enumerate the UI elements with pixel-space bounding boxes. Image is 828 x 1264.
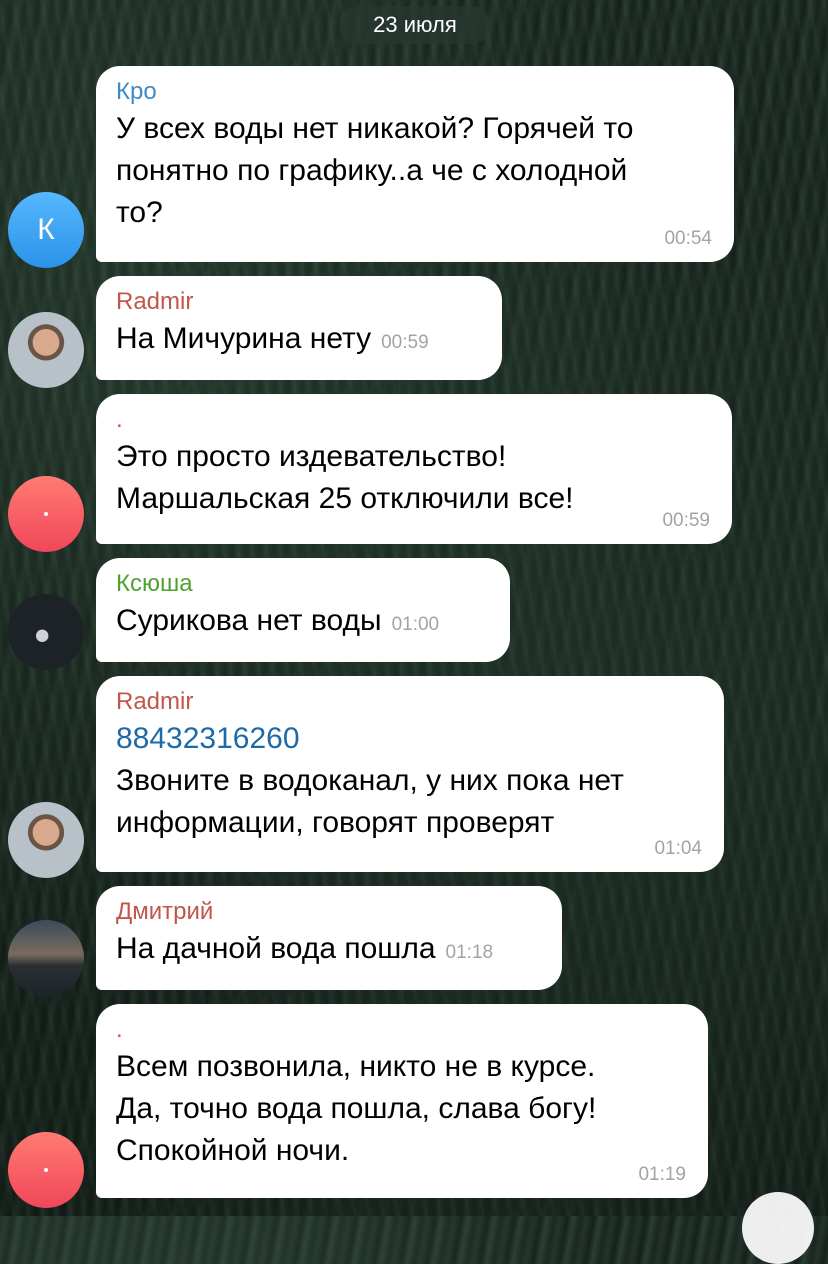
message-time: 01:04 [654, 838, 702, 859]
sender-name[interactable]: Кро [116, 76, 710, 108]
avatar-dot-mark [44, 512, 48, 516]
message-text: Звоните в водоканал, у них пока нет инфо… [116, 764, 624, 839]
sender-name[interactable]: Radmir [116, 686, 700, 718]
avatar-ksyusha[interactable] [8, 594, 84, 670]
message-time: 01:00 [391, 614, 440, 635]
message-time: 01:18 [445, 942, 494, 963]
message-bubble[interactable]: Radmir 88432316260 Звоните в водоканал, … [96, 676, 724, 872]
avatar-radmir[interactable] [8, 802, 84, 878]
sender-name[interactable]: Radmir [116, 286, 478, 318]
sender-name[interactable]: Дмитрий [116, 896, 538, 928]
message-line: На Мичурина нету 00:59 [116, 318, 478, 364]
message-bubble[interactable]: . Это просто издевательство! Маршальская… [96, 394, 732, 544]
avatar-radmir[interactable] [8, 312, 84, 388]
sender-name[interactable]: Ксюша [116, 568, 486, 600]
message-text: Сурикова нет воды [116, 604, 382, 637]
message-time: 00:59 [662, 510, 710, 531]
avatar-letter: К [37, 213, 55, 246]
avatar-dot[interactable] [8, 1132, 84, 1208]
message-line: На дачной вода пошла 01:18 [116, 928, 538, 974]
message-line: Сурикова нет воды 01:00 [116, 600, 486, 646]
message-text: На Мичурина нету [116, 322, 372, 355]
avatar-dot-mark [44, 1168, 48, 1172]
avatar-kro[interactable]: К [8, 192, 84, 268]
message-text: Это просто издевательство! Маршальская 2… [116, 440, 574, 515]
message-time: 01:19 [638, 1164, 686, 1185]
message-bubble[interactable]: Дмитрий На дачной вода пошла 01:18 [96, 886, 562, 990]
message-text: У всех воды нет никакой? Горячей то поня… [116, 112, 634, 229]
scroll-down-button[interactable] [742, 1192, 814, 1264]
avatar-dot[interactable] [8, 476, 84, 552]
sender-name[interactable]: . [116, 404, 708, 436]
message-text: Всем позвонила, никто не в курсе. Да, то… [116, 1050, 597, 1167]
phone-link[interactable]: 88432316260 [116, 718, 700, 760]
sender-name[interactable]: . [116, 1014, 684, 1046]
message-bubble[interactable]: . Всем позвонила, никто не в курсе. Да, … [96, 1004, 708, 1198]
message-text: На дачной вода пошла [116, 932, 436, 965]
message-time: 00:59 [381, 332, 429, 353]
date-separator: 23 июля [339, 6, 491, 44]
message-bubble[interactable]: Ксюша Сурикова нет воды 01:00 [96, 558, 510, 662]
message-time: 00:54 [664, 228, 712, 249]
message-bubble[interactable]: Radmir На Мичурина нету 00:59 [96, 276, 502, 380]
message-bubble[interactable]: Кро У всех воды нет никакой? Горячей то … [96, 66, 734, 262]
avatar-dmitry[interactable] [8, 920, 84, 996]
